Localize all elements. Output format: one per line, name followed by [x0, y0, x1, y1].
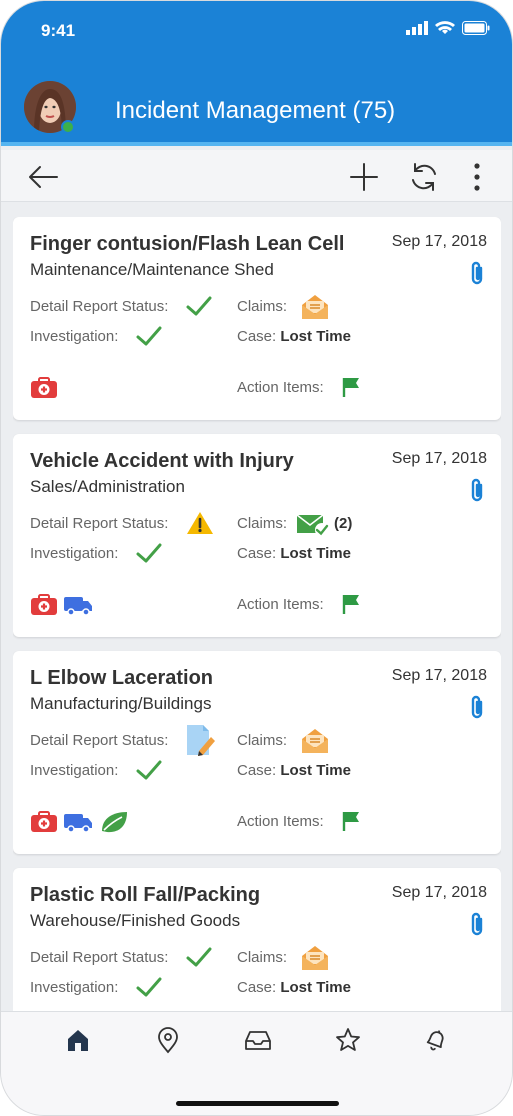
battery-icon — [462, 21, 490, 35]
status-bar: 9:41 — [1, 1, 512, 61]
paperclip-icon[interactable] — [468, 694, 486, 720]
first-aid-icon — [31, 377, 57, 398]
case-type: Lost Time — [280, 762, 351, 779]
detail-report-status-label: Detail Report Status: — [30, 515, 169, 532]
incident-card[interactable]: Plastic Roll Fall/Packing Warehouse/Fini… — [13, 868, 501, 1012]
incident-date: Sep 17, 2018 — [391, 450, 487, 467]
warning-icon — [187, 512, 213, 534]
more-vertical-icon — [474, 163, 480, 191]
arrow-left-icon — [29, 166, 58, 188]
app-header: Incident Management (75) — [1, 61, 512, 146]
status-time: 9:41 — [41, 21, 76, 40]
claims-label: Claims: — [237, 949, 288, 966]
action-items-label: Action Items: — [237, 379, 324, 396]
envelope-open-icon[interactable] — [300, 727, 330, 755]
tab-favorites[interactable] — [331, 1023, 365, 1057]
more-options-button[interactable] — [460, 160, 494, 194]
investigation-label: Investigation: — [30, 979, 119, 996]
incident-title: Vehicle Accident with Injury — [30, 450, 294, 472]
page-title: Incident Management (75) — [115, 97, 396, 124]
action-items-label: Action Items: — [237, 813, 324, 830]
leaf-icon — [102, 812, 127, 833]
home-indicator — [176, 1101, 339, 1106]
case-type: Lost Time — [280, 979, 351, 996]
refresh-button[interactable] — [407, 160, 441, 194]
back-button[interactable] — [26, 160, 60, 194]
tab-notifications[interactable] — [419, 1023, 453, 1057]
check-icon — [136, 760, 162, 780]
tab-inbox[interactable] — [241, 1023, 275, 1057]
flag-icon[interactable] — [341, 593, 361, 615]
toolbar — [1, 150, 512, 202]
first-aid-icon — [31, 811, 57, 832]
plus-icon — [350, 163, 378, 191]
check-icon — [136, 326, 162, 346]
claims-label: Claims: — [237, 515, 288, 532]
cellular-signal-icon — [406, 21, 428, 35]
star-icon — [336, 1028, 360, 1051]
detail-report-status-label: Detail Report Status: — [30, 949, 169, 966]
flag-icon[interactable] — [341, 810, 361, 832]
detail-report-status-label: Detail Report Status: — [30, 298, 169, 315]
add-button[interactable] — [347, 160, 381, 194]
incident-title: Finger contusion/Flash Lean Cell — [30, 233, 345, 255]
incident-location: Maintenance/Maintenance Shed — [30, 260, 274, 279]
wifi-icon — [435, 21, 455, 34]
incident-date: Sep 17, 2018 — [391, 884, 487, 901]
incident-card[interactable]: L Elbow Laceration Manufacturing/Buildin… — [13, 651, 501, 854]
online-status-dot — [61, 120, 75, 134]
envelope-open-icon[interactable] — [300, 944, 330, 972]
incident-date: Sep 17, 2018 — [391, 233, 487, 250]
location-pin-icon — [158, 1027, 178, 1054]
case-type: Lost Time — [280, 545, 351, 562]
truck-icon — [64, 597, 92, 616]
check-icon — [136, 977, 162, 997]
case-label: Case: Lost Time — [237, 328, 351, 345]
investigation-label: Investigation: — [30, 328, 119, 345]
case-label: Case: Lost Time — [237, 979, 351, 996]
case-type: Lost Time — [280, 328, 351, 345]
envelope-check-icon[interactable] — [296, 513, 330, 537]
first-aid-icon — [31, 594, 57, 615]
detail-report-status-label: Detail Report Status: — [30, 732, 169, 749]
tab-home[interactable] — [61, 1023, 95, 1057]
status-indicators — [406, 21, 490, 35]
incident-list: Finger contusion/Flash Lean Cell Mainten… — [13, 217, 501, 1012]
tab-locations[interactable] — [151, 1023, 185, 1057]
inbox-icon — [245, 1031, 271, 1050]
investigation-label: Investigation: — [30, 762, 119, 779]
case-label: Case: Lost Time — [237, 545, 351, 562]
truck-icon — [64, 814, 92, 833]
flag-icon[interactable] — [341, 376, 361, 398]
document-edit-icon — [187, 725, 215, 756]
check-icon — [186, 947, 212, 967]
check-icon — [186, 296, 212, 316]
phone-screen: 9:41 Incident Management (75) Finger con… — [0, 0, 513, 1116]
incident-title: L Elbow Laceration — [30, 667, 213, 689]
incident-title: Plastic Roll Fall/Packing — [30, 884, 261, 906]
incident-location: Warehouse/Finished Goods — [30, 911, 241, 930]
incident-date: Sep 17, 2018 — [391, 667, 487, 684]
investigation-label: Investigation: — [30, 545, 119, 562]
claims-label: Claims: — [237, 298, 288, 315]
incident-card[interactable]: Finger contusion/Flash Lean Cell Mainten… — [13, 217, 501, 420]
incident-card[interactable]: Vehicle Accident with Injury Sales/Admin… — [13, 434, 501, 637]
claims-count: (2) — [334, 515, 353, 532]
action-items-label: Action Items: — [237, 596, 324, 613]
check-icon — [136, 543, 162, 563]
paperclip-icon[interactable] — [468, 260, 486, 286]
incident-location: Sales/Administration — [30, 477, 185, 496]
paperclip-icon[interactable] — [468, 911, 486, 937]
bell-icon — [426, 1030, 444, 1051]
incident-location: Manufacturing/Buildings — [30, 694, 212, 713]
claims-label: Claims: — [237, 732, 288, 749]
envelope-open-icon[interactable] — [300, 293, 330, 321]
home-icon — [68, 1030, 88, 1051]
case-label: Case: Lost Time — [237, 762, 351, 779]
paperclip-icon[interactable] — [468, 477, 486, 503]
refresh-icon — [412, 163, 436, 191]
